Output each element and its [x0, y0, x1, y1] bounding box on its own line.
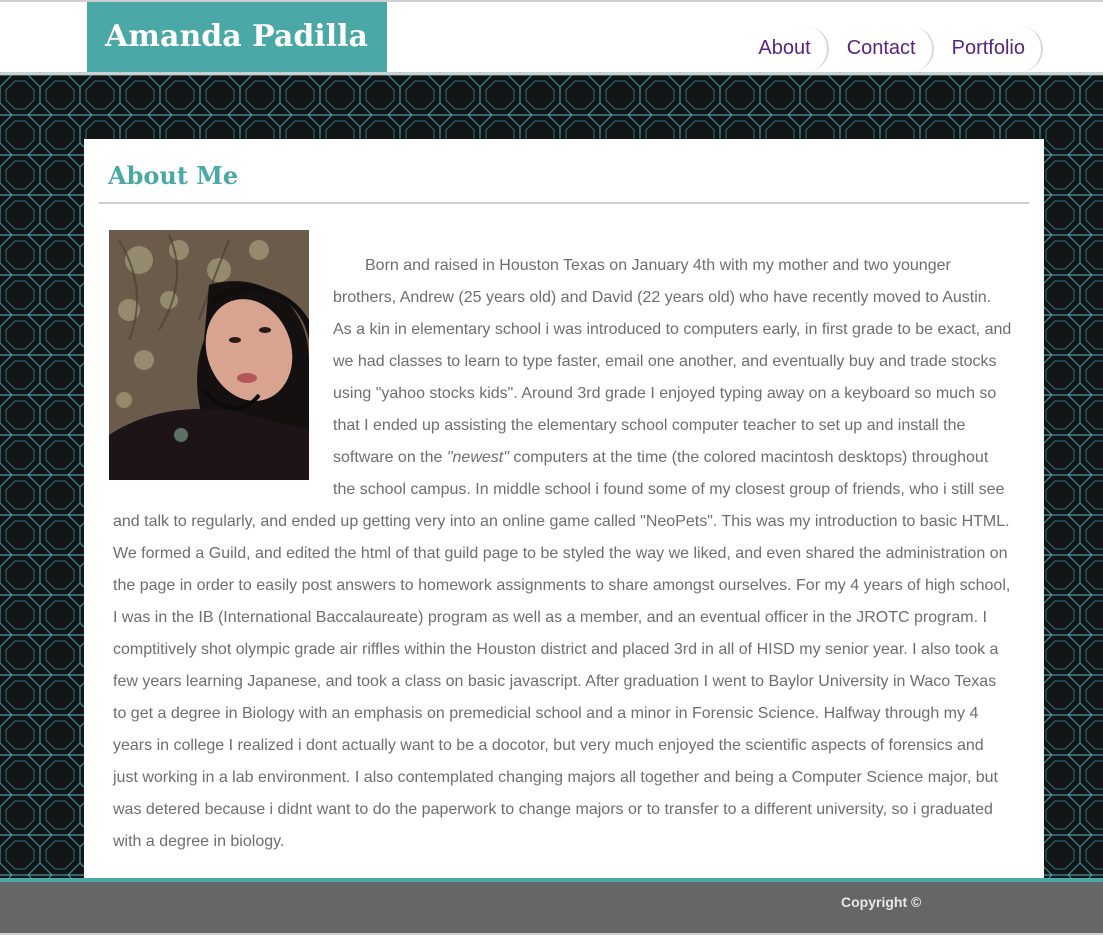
bio-indent [333, 257, 365, 274]
nav-link-portfolio[interactable]: Portfolio [934, 26, 1043, 72]
nav-link-about[interactable]: About [740, 26, 829, 72]
bio-paragraph-part1: Born and raised in Houston Texas on Janu… [333, 257, 1012, 466]
about-heading: About Me [108, 161, 239, 190]
site-title[interactable]: Amanda Padilla [87, 2, 387, 72]
bio-paragraph-part2: computers at the time (the colored macin… [113, 449, 1011, 850]
nav-link-contact[interactable]: Contact [829, 26, 934, 72]
main-nav: About Contact Portfolio [740, 26, 1043, 72]
heading-divider [99, 202, 1029, 204]
site-header: Amanda Padilla About Contact Portfolio [0, 0, 1103, 75]
photo-float-spacer [113, 250, 333, 497]
site-footer: Copyright © [0, 882, 1103, 933]
bio-emphasis: "newest" [446, 449, 509, 466]
about-card: About Me Born and raised in Houston Texa… [84, 139, 1044, 878]
bio-text: Born and raised in Houston Texas on Janu… [113, 250, 1013, 858]
copyright-text: Copyright © [841, 894, 922, 910]
